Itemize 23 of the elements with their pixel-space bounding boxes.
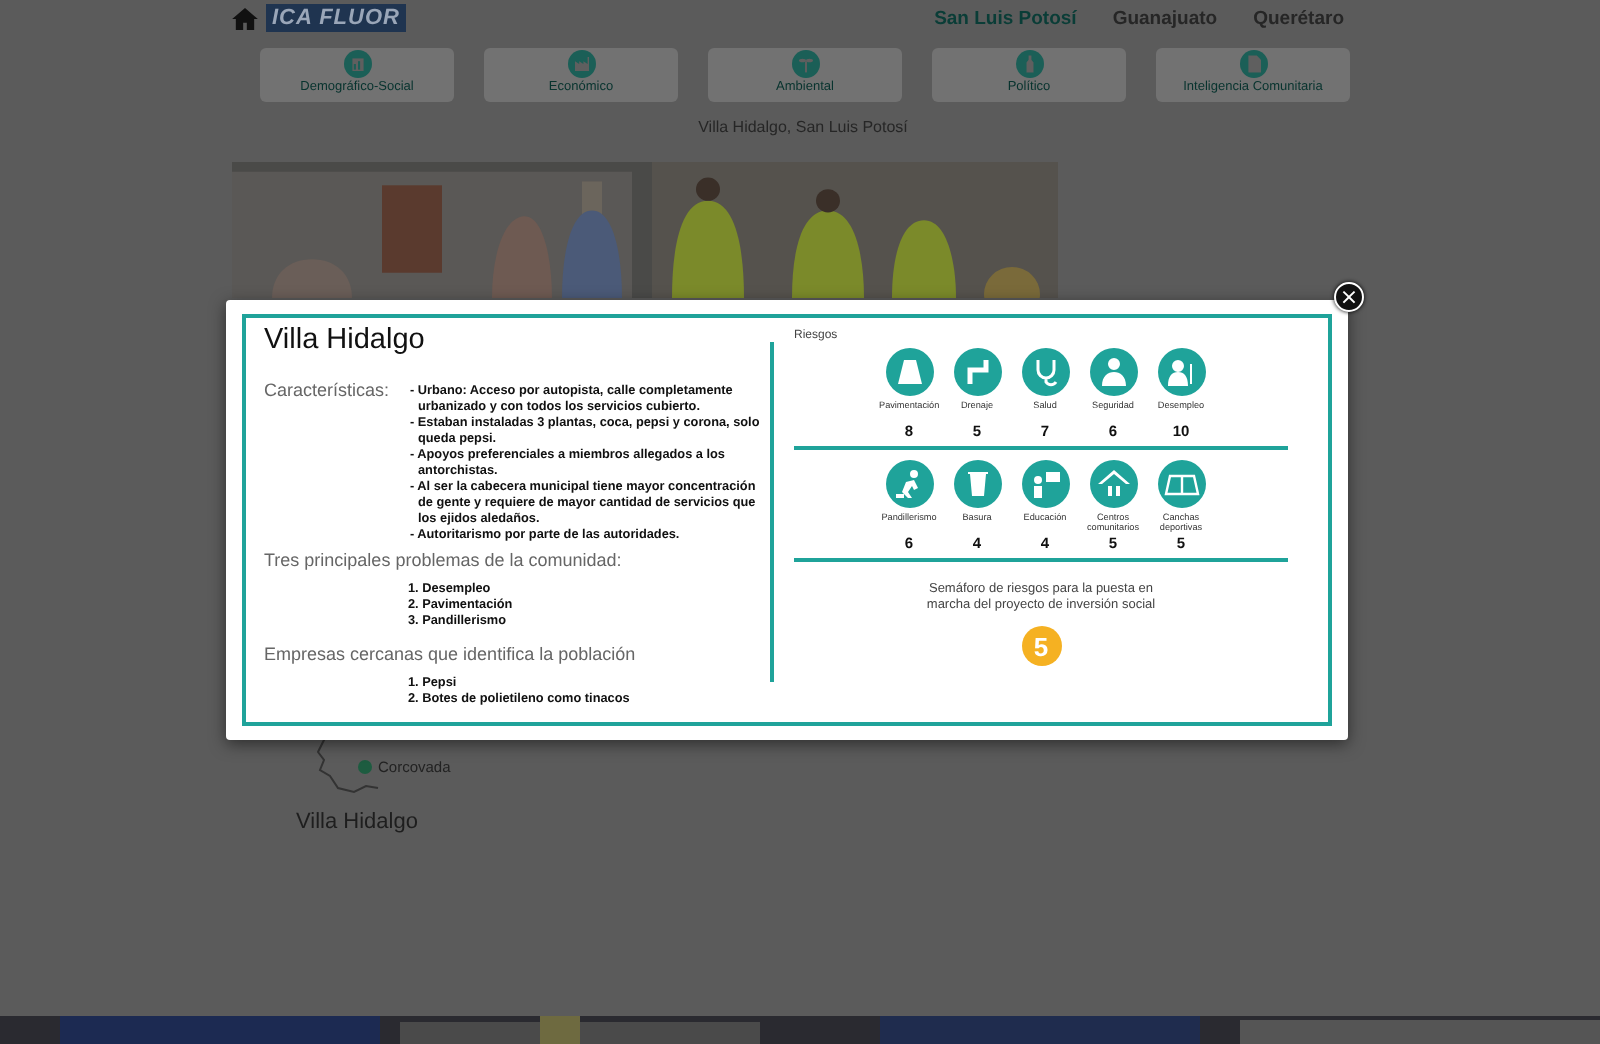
map-title: Villa Hidalgo bbox=[296, 810, 420, 834]
bottle-icon bbox=[1015, 50, 1043, 78]
chart-icon bbox=[343, 50, 371, 78]
house-icon bbox=[1089, 460, 1137, 508]
document-icon bbox=[1239, 50, 1267, 78]
place-dot[interactable] bbox=[358, 760, 372, 774]
section-heading: Empresas cercanas que identifica la población bbox=[264, 644, 638, 664]
risk-score-badge: 5 bbox=[1021, 626, 1061, 666]
teacher-icon bbox=[1021, 460, 1069, 508]
pipe-icon bbox=[953, 348, 1001, 396]
home-icon[interactable] bbox=[232, 7, 258, 29]
map-outline bbox=[316, 734, 380, 794]
factory-icon bbox=[567, 50, 595, 78]
logo[interactable]: ICA FLUOR bbox=[266, 4, 406, 32]
trash-bin-icon bbox=[953, 460, 1001, 508]
stethoscope-icon bbox=[1021, 348, 1069, 396]
modal-title: Villa Hidalgo bbox=[264, 324, 427, 356]
section-heading: Tres principales problemas de la comunidad: bbox=[264, 550, 624, 570]
section-heading: Características: bbox=[264, 380, 392, 404]
field-icon bbox=[1157, 460, 1205, 508]
close-button[interactable]: × bbox=[1334, 282, 1364, 312]
nav-link[interactable]: San Luis Potosí bbox=[934, 7, 1077, 29]
plant-icon bbox=[791, 50, 819, 78]
